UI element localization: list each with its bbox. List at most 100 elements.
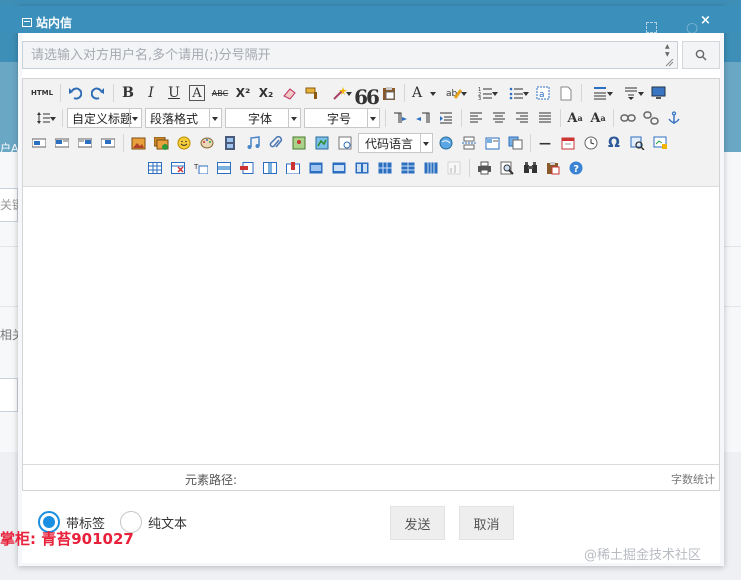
- strikethrough-button[interactable]: ABC: [210, 83, 230, 103]
- italic-button[interactable]: I: [141, 83, 161, 103]
- print-button[interactable]: [474, 158, 494, 178]
- row-spacing-bottom-button[interactable]: [617, 83, 645, 103]
- scroll-up-icon[interactable]: ▲: [665, 43, 670, 50]
- blockquote-button[interactable]: 66: [354, 83, 380, 107]
- line-height-button[interactable]: [29, 108, 57, 128]
- custom-heading-select[interactable]: 自定义标题: [67, 108, 142, 128]
- bold-button[interactable]: B: [118, 83, 138, 103]
- unlink-button[interactable]: [641, 108, 661, 128]
- search-button[interactable]: [682, 41, 720, 69]
- image-none-button[interactable]: [29, 133, 49, 153]
- background-button[interactable]: [505, 133, 525, 153]
- simple-upload-button[interactable]: [128, 133, 148, 153]
- template-button[interactable]: [482, 133, 502, 153]
- case-lower-button[interactable]: Aa: [588, 108, 608, 128]
- insert-table-button[interactable]: [145, 158, 165, 178]
- merge-cells-button[interactable]: [306, 158, 326, 178]
- scroll-down-icon[interactable]: ▼: [665, 51, 670, 58]
- wordimage-button[interactable]: [543, 158, 563, 178]
- split-rows-button[interactable]: [398, 158, 418, 178]
- format-painter-button[interactable]: [302, 83, 322, 103]
- insert-image-button[interactable]: [151, 133, 171, 153]
- recipient-scroll[interactable]: ▲ ▼: [662, 43, 676, 67]
- align-center-button[interactable]: [489, 108, 509, 128]
- font-border-button[interactable]: A: [189, 85, 205, 101]
- image-left-button[interactable]: [52, 133, 72, 153]
- special-chars-button[interactable]: Ω: [604, 133, 624, 153]
- clear-doc-button[interactable]: [556, 83, 576, 103]
- insert-col-button[interactable]: [260, 158, 280, 178]
- indent-button[interactable]: [436, 108, 456, 128]
- paste-icon: [383, 86, 395, 100]
- emotion-button[interactable]: [174, 133, 194, 153]
- image-right-button[interactable]: [75, 133, 95, 153]
- select-all-button[interactable]: a: [533, 83, 553, 103]
- link-button[interactable]: [618, 108, 638, 128]
- paragraph-format-select[interactable]: 段落格式: [145, 108, 222, 128]
- fullscreen-button[interactable]: [648, 83, 668, 103]
- align-right-button[interactable]: [512, 108, 532, 128]
- autotypeset-button[interactable]: [325, 83, 353, 103]
- delete-col-button[interactable]: [283, 158, 303, 178]
- send-button[interactable]: 发送: [390, 506, 445, 540]
- ltr-button[interactable]: [390, 108, 410, 128]
- align-left-button[interactable]: [466, 108, 486, 128]
- html-source-button[interactable]: HTML: [29, 83, 55, 103]
- font-family-select[interactable]: 字体: [225, 108, 301, 128]
- split-cells-button[interactable]: [375, 158, 395, 178]
- ordered-list-button[interactable]: 123: [471, 83, 499, 103]
- web-app-button[interactable]: [436, 133, 456, 153]
- font-color-button[interactable]: A: [409, 83, 437, 103]
- insert-frame-button[interactable]: [335, 133, 355, 153]
- music-button[interactable]: [243, 133, 263, 153]
- scrawl-button[interactable]: [197, 133, 217, 153]
- recipient-input[interactable]: [22, 41, 678, 69]
- horizontal-rule-button[interactable]: —: [535, 133, 555, 153]
- message-body-editor[interactable]: [23, 188, 719, 464]
- delete-row-button[interactable]: [237, 158, 257, 178]
- subscript-button[interactable]: X₂: [256, 83, 276, 103]
- font-size-select[interactable]: 字号: [304, 108, 380, 128]
- row-spacing-top-button[interactable]: [586, 83, 614, 103]
- preview-button[interactable]: [497, 158, 517, 178]
- rtl-button[interactable]: [413, 108, 433, 128]
- date-button[interactable]: [558, 133, 578, 153]
- page-break-button[interactable]: [459, 133, 479, 153]
- insert-paragraph-before-table-button[interactable]: T: [191, 158, 211, 178]
- redo-button[interactable]: [88, 83, 108, 103]
- underline-button[interactable]: U: [164, 83, 184, 103]
- paste-plain-button[interactable]: [379, 83, 399, 103]
- resize-grip-icon[interactable]: [665, 59, 674, 67]
- anchor-button[interactable]: [664, 108, 684, 128]
- merge-down-button[interactable]: [352, 158, 372, 178]
- image-center-button[interactable]: [98, 133, 118, 153]
- background-color-button[interactable]: ab: [440, 83, 468, 103]
- monitor-icon: [651, 86, 665, 99]
- search-replace-binoculars-button[interactable]: [520, 158, 540, 178]
- maximize-icon[interactable]: [646, 22, 657, 33]
- draft-button[interactable]: [650, 133, 670, 153]
- superscript-button[interactable]: X²: [233, 83, 253, 103]
- search-replace-button[interactable]: [627, 133, 647, 153]
- help-button[interactable]: ?: [566, 158, 586, 178]
- cancel-button[interactable]: 取消: [459, 506, 514, 540]
- delete-table-button[interactable]: [168, 158, 188, 178]
- dialog-titlebar[interactable]: 站内信 ○ ×: [0, 6, 741, 36]
- close-button[interactable]: ×: [700, 13, 711, 28]
- chart-icon: [447, 161, 461, 175]
- attachment-button[interactable]: [266, 133, 286, 153]
- insert-row-button[interactable]: [214, 158, 234, 178]
- time-button[interactable]: [581, 133, 601, 153]
- undo-button[interactable]: [65, 83, 85, 103]
- merge-right-button[interactable]: [329, 158, 349, 178]
- eraser-button[interactable]: [279, 83, 299, 103]
- code-language-select[interactable]: 代码语言: [358, 133, 433, 153]
- justify-button[interactable]: [535, 108, 555, 128]
- map-button[interactable]: [289, 133, 309, 153]
- chart-button[interactable]: [444, 158, 464, 178]
- split-cols-button[interactable]: [421, 158, 441, 178]
- google-map-button[interactable]: [312, 133, 332, 153]
- unordered-list-button[interactable]: [502, 83, 530, 103]
- case-upper-button[interactable]: Aa: [565, 108, 585, 128]
- insert-video-button[interactable]: [220, 133, 240, 153]
